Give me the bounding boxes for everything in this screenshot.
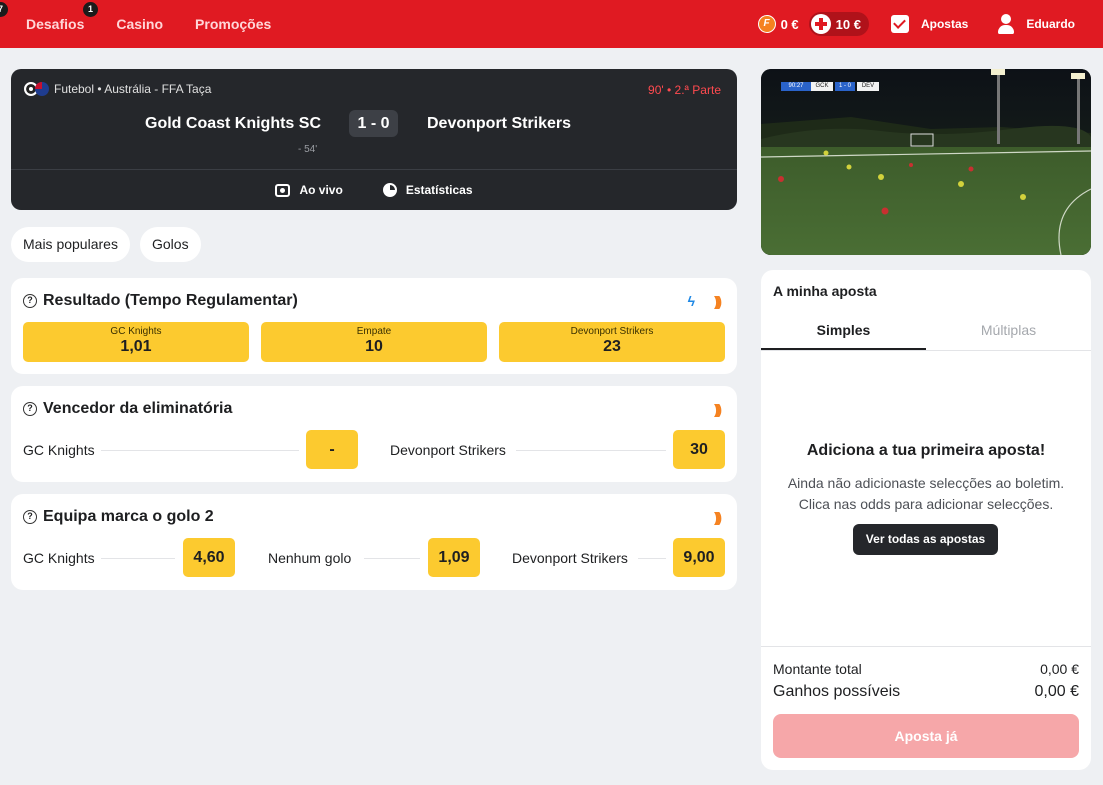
tab-live[interactable]: Ao vivo	[275, 183, 343, 197]
potential-win-value: 0,00 €	[1034, 683, 1079, 700]
market-title: ? Resultado (Tempo Regulamentar)	[23, 292, 298, 310]
video-home-abbr: GCK	[815, 83, 829, 89]
odd-button-away[interactable]: Devonport Strikers 23	[499, 322, 725, 362]
option-label: Devonport Strikers	[512, 550, 628, 566]
user-name[interactable]: Eduardo	[1026, 17, 1075, 31]
divider	[761, 646, 1091, 647]
tab-multiplas[interactable]: Múltiplas	[926, 322, 1091, 338]
video-score: 1 - 0	[838, 83, 851, 89]
option-label: GC Knights	[23, 550, 95, 566]
breadcrumb-text[interactable]: Futebol • Austrália - FFA Taça	[54, 82, 211, 96]
market-title: ? Equipa marca o golo 2	[23, 508, 214, 526]
main-nav: Desafios Casino Promoções	[0, 0, 271, 48]
market-goal2: ? Equipa marca o golo 2 ))) GC Knights 4…	[11, 494, 737, 590]
plus-icon	[810, 14, 831, 34]
slip-title: A minha aposta	[773, 283, 877, 299]
video-away-abbr: DEV	[861, 83, 875, 89]
nav-promocoes[interactable]: Promoções	[195, 16, 271, 32]
boost-icon: )))	[714, 293, 722, 309]
leader-line	[516, 450, 666, 451]
market-qualify: ? Vencedor da eliminatória ))) GC Knight…	[11, 386, 737, 482]
market-title: ? Vencedor da eliminatória	[23, 400, 232, 418]
place-bet-button[interactable]: Aposta já	[773, 714, 1079, 758]
boost-icon: )))	[714, 401, 722, 417]
live-stream-icon	[275, 183, 291, 197]
odd-button-home[interactable]: -	[306, 430, 358, 469]
filter-popular[interactable]: Mais populares	[11, 227, 130, 262]
home-team: Gold Coast Knights SC	[145, 115, 321, 132]
help-icon[interactable]: ?	[23, 402, 37, 416]
stats-pie-icon	[382, 183, 397, 197]
odd-button-home[interactable]: GC Knights 1,01	[23, 322, 249, 362]
casino-badge: 1	[83, 2, 98, 17]
video-frame	[761, 69, 1091, 255]
total-stake-value: 0,00 €	[1040, 661, 1079, 677]
odd-button-none[interactable]: 1,09	[428, 538, 480, 577]
match-header: Futebol • Austrália - FFA Taça 90' • 2.ª…	[11, 69, 737, 210]
leader-line	[101, 450, 299, 451]
balance[interactable]: 0 €	[781, 17, 799, 32]
tab-simples[interactable]: Simples	[761, 322, 926, 338]
help-icon[interactable]: ?	[23, 510, 37, 524]
empty-line-1: Ainda não adicionaste selecções ao bolet…	[787, 475, 1065, 491]
australia-flag-icon	[35, 82, 49, 96]
help-icon[interactable]: ?	[23, 294, 37, 308]
goal-minute: - 54'	[298, 144, 318, 155]
divider	[761, 350, 1091, 351]
my-bets-link[interactable]: Apostas	[921, 17, 968, 31]
coin-icon: F	[757, 15, 776, 33]
potential-win-label: Ganhos possíveis	[773, 683, 901, 700]
tab-live-label: Ao vivo	[299, 183, 343, 197]
match-status: 90' • 2.ª Parte	[648, 83, 721, 97]
top-bar: 7 Desafios Casino Promoções 1 F 0 € 10 €…	[0, 0, 1103, 48]
nav-casino[interactable]: Casino	[116, 16, 163, 32]
empty-text: Ainda não adicionaste selecções ao bolet…	[761, 473, 1091, 515]
bonus-amount: 10 €	[835, 16, 861, 32]
odd-button-home[interactable]: 4,60	[183, 538, 235, 577]
match-tabs: Ao vivo Estatísticas	[11, 170, 737, 210]
tab-stats-label: Estatísticas	[405, 183, 473, 197]
total-stake-label: Montante total	[773, 661, 862, 677]
leader-line	[101, 558, 175, 559]
option-label: Nenhum golo	[268, 550, 352, 566]
nav-desafios[interactable]: Desafios	[26, 16, 84, 32]
odd-button-away[interactable]: 30	[673, 430, 725, 469]
option-label: Devonport Strikers	[390, 442, 506, 458]
empty-title: Adiciona a tua primeira aposta!	[806, 442, 1046, 459]
breadcrumb: Futebol • Austrália - FFA Taça	[24, 82, 211, 96]
leader-line	[638, 558, 666, 559]
boost-icon: )))	[714, 509, 722, 525]
video-clock: 90:27	[788, 83, 804, 89]
away-team: Devonport Strikers	[427, 115, 572, 132]
odd-button-away[interactable]: 9,00	[673, 538, 725, 577]
account-area: F 0 € 10 € Apostas Eduardo	[757, 0, 1103, 48]
market-result: ? Resultado (Tempo Regulamentar) ϟ ))) G…	[11, 278, 737, 374]
user-icon[interactable]	[998, 14, 1015, 34]
leader-line	[364, 558, 420, 559]
total-stake-row: Montante total 0,00 €	[773, 661, 1079, 677]
bonus-pill[interactable]: 10 €	[808, 12, 869, 36]
option-label: GC Knights	[23, 442, 95, 458]
bets-check-icon[interactable]	[890, 15, 909, 33]
filter-goals[interactable]: Golos	[140, 227, 201, 262]
score: 1 - 0	[349, 110, 398, 137]
empty-line-2: Clica nas odds para adicionar selecções.	[798, 496, 1054, 512]
live-video[interactable]: 90:27 GCK 1 - 0 DEV	[761, 69, 1091, 255]
live-bolt-icon: ϟ	[687, 293, 695, 309]
tab-stats[interactable]: Estatísticas	[382, 183, 473, 197]
bet-slip: A minha aposta Simples Múltiplas Adicion…	[761, 270, 1091, 770]
odd-button-draw[interactable]: Empate 10	[261, 322, 487, 362]
see-all-bets-button[interactable]: Ver todas as apostas	[853, 524, 998, 555]
potential-win-row: Ganhos possíveis 0,00 €	[773, 683, 1079, 701]
